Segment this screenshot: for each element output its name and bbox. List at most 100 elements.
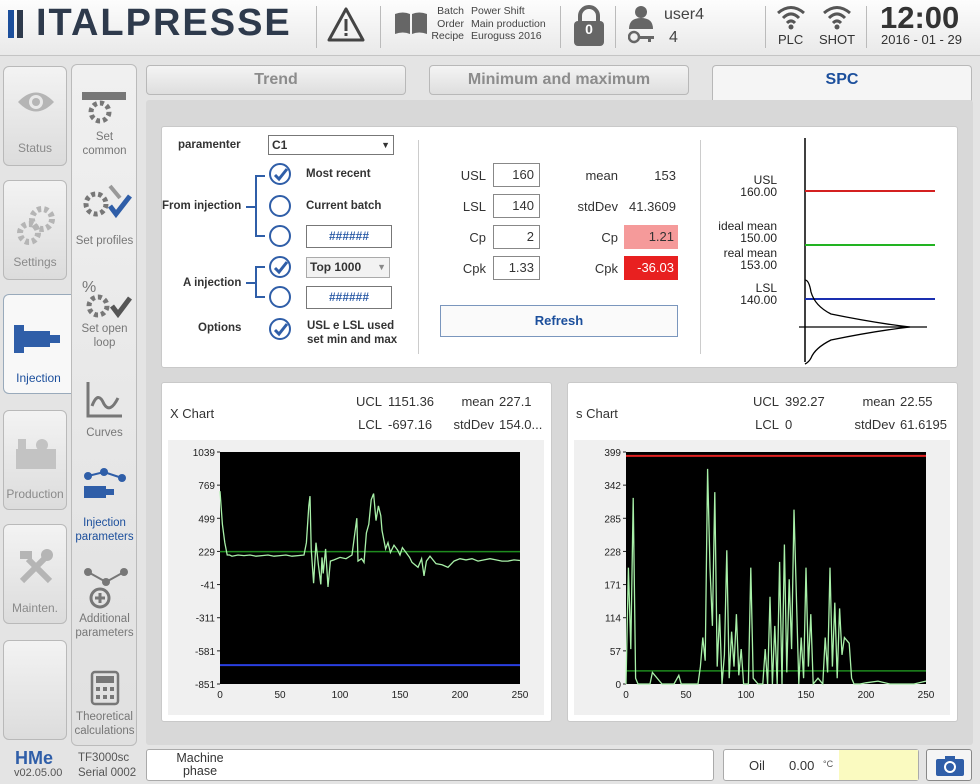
oil-label: Oil <box>749 758 765 773</box>
top-select[interactable]: Top 1000 ▼ <box>306 257 390 278</box>
check-icon <box>273 261 289 275</box>
camera-icon <box>936 756 964 776</box>
x-chart-xtick: 100 <box>332 690 349 701</box>
subnav-theoretical-calculations[interactable]: Theoretical calculations <box>72 650 137 742</box>
x-chart-xtick: 200 <box>452 690 469 701</box>
nav-production-label: Production <box>6 487 64 501</box>
a-injection-label: A injection <box>183 277 242 289</box>
subnav-theoretical-calculations-label: Theoretical calculations <box>74 711 135 737</box>
x-stddev-label: stdDev <box>453 417 494 432</box>
divider-right <box>700 140 701 354</box>
cp-calc-value: 1.21 <box>624 225 678 249</box>
most-recent-label: Most recent <box>306 168 371 180</box>
camera-button[interactable] <box>926 749 972 781</box>
machine-serial: Serial 0002 <box>78 767 137 779</box>
parameter-label: paramenter <box>178 139 241 151</box>
s-chart-ytick: 57 <box>610 647 622 658</box>
stddev-value: 41.3609 <box>629 199 676 214</box>
pipe-gear-icon <box>82 92 126 124</box>
s-chart-ytick: 399 <box>604 448 621 459</box>
book-icon <box>393 10 429 41</box>
usl-input[interactable]: 160 <box>493 163 540 187</box>
nav-injection[interactable]: Injection <box>3 294 73 394</box>
nav-empty <box>3 640 67 740</box>
nav-maintenance[interactable]: Mainten. <box>3 524 67 624</box>
x-chart-xtick: 50 <box>274 690 286 701</box>
subnav-set-common[interactable]: Set common <box>72 72 137 162</box>
chevron-down-icon: ▼ <box>377 262 386 272</box>
dist-lsl-label: LSL 140.00 <box>740 281 777 307</box>
hme-logo: HMe <box>15 748 53 769</box>
hme-logo-text: HMe <box>15 748 54 768</box>
checkbox-usl-lsl[interactable] <box>269 318 291 340</box>
refresh-button[interactable]: Refresh <box>440 305 678 337</box>
top-select-value: Top 1000 <box>310 260 362 274</box>
radio-custom-a[interactable] <box>269 286 291 308</box>
s-ucl-label: UCL <box>752 394 779 409</box>
s-mean-label: mean <box>862 394 895 409</box>
s-chart-xtick: 250 <box>918 690 935 701</box>
injection-unit-icon <box>14 325 60 353</box>
x-chart-ytick: 229 <box>198 547 215 558</box>
calculator-icon <box>90 670 120 706</box>
svg-text:%: % <box>82 279 96 296</box>
tab-minimum-maximum[interactable]: Minimum and maximum <box>429 65 689 95</box>
cpk-input[interactable]: 1.33 <box>493 256 540 280</box>
tools-icon <box>19 549 53 584</box>
a-injection-connector <box>246 282 256 284</box>
shot-label: SHOT <box>819 32 856 47</box>
top-bar: ITALPRESSE Batch Order Recipe Power Shift M… <box>0 0 980 56</box>
tab-spc[interactable]: SPC <box>712 65 972 101</box>
x-mean-label: mean <box>461 394 494 409</box>
from-injection-label: From injection <box>162 200 242 212</box>
check-icon <box>273 323 289 337</box>
s-chart-xtick: 200 <box>858 690 875 701</box>
nav-maintenance-label: Mainten. <box>11 601 59 615</box>
subnav-set-profiles[interactable]: Set profiles <box>72 164 137 254</box>
options-label: Options <box>198 322 242 334</box>
cpk-calc-value: -36.03 <box>624 256 678 280</box>
cp-input[interactable]: 2 <box>493 225 540 249</box>
lock-count: 0 <box>585 21 593 37</box>
x-chart-xtick: 250 <box>512 690 529 701</box>
user-level: 4 <box>669 29 678 46</box>
a-injection-input[interactable]: ###### <box>306 286 392 309</box>
x-chart-title: X Chart <box>170 406 215 421</box>
x-chart-ytick: -851 <box>195 680 215 691</box>
mean-value: 153 <box>654 168 676 183</box>
x-stddev-value: 154.0... <box>499 417 543 432</box>
nav-status[interactable]: Status <box>3 66 67 166</box>
parameter-select-value: C1 <box>272 138 288 152</box>
subnav-curves[interactable]: Curves <box>72 368 137 448</box>
x-chart-ytick: 1039 <box>193 448 216 459</box>
s-chart-title: s Chart <box>576 406 618 421</box>
lsl-input[interactable]: 140 <box>493 194 540 218</box>
nav-production[interactable]: Production <box>3 410 67 510</box>
gear-check-icon <box>83 184 132 219</box>
x-lcl-value: -697.16 <box>388 417 433 432</box>
parameter-select[interactable]: C1 ▼ <box>268 135 394 155</box>
oil-indicator <box>839 750 918 780</box>
current-batch-label: Current batch <box>306 200 382 212</box>
radio-most-recent[interactable] <box>269 163 291 185</box>
percent-gear-icon: % <box>82 279 132 319</box>
cpk-calc-label: Cpk <box>594 261 618 276</box>
dist-curve <box>804 279 911 365</box>
nav-injection-label: Injection <box>16 371 61 385</box>
subnav-set-open-loop[interactable]: % Set open loop <box>72 262 137 362</box>
radio-current-batch[interactable] <box>269 195 291 217</box>
from-injection-input[interactable]: ###### <box>306 225 392 248</box>
subnav-additional-parameters[interactable]: Additional parameters <box>72 552 137 644</box>
subnav-injection-parameters[interactable]: Injection parameters <box>72 456 137 548</box>
x-ucl-label: UCL <box>355 394 382 409</box>
software-version: v02.05.00 <box>14 767 63 779</box>
tab-trend[interactable]: Trend <box>146 65 406 95</box>
options-text: USL e LSL used set min and max <box>307 320 398 346</box>
radio-top[interactable] <box>269 256 291 278</box>
warning-icon[interactable] <box>326 6 366 49</box>
nav-settings[interactable]: Settings <box>3 180 67 280</box>
x-chart-ytick: -41 <box>201 581 216 592</box>
radio-custom-from[interactable] <box>269 225 291 247</box>
sidebar: Status Settings Injection Production Mai… <box>0 56 142 746</box>
factory-icon <box>16 439 56 469</box>
